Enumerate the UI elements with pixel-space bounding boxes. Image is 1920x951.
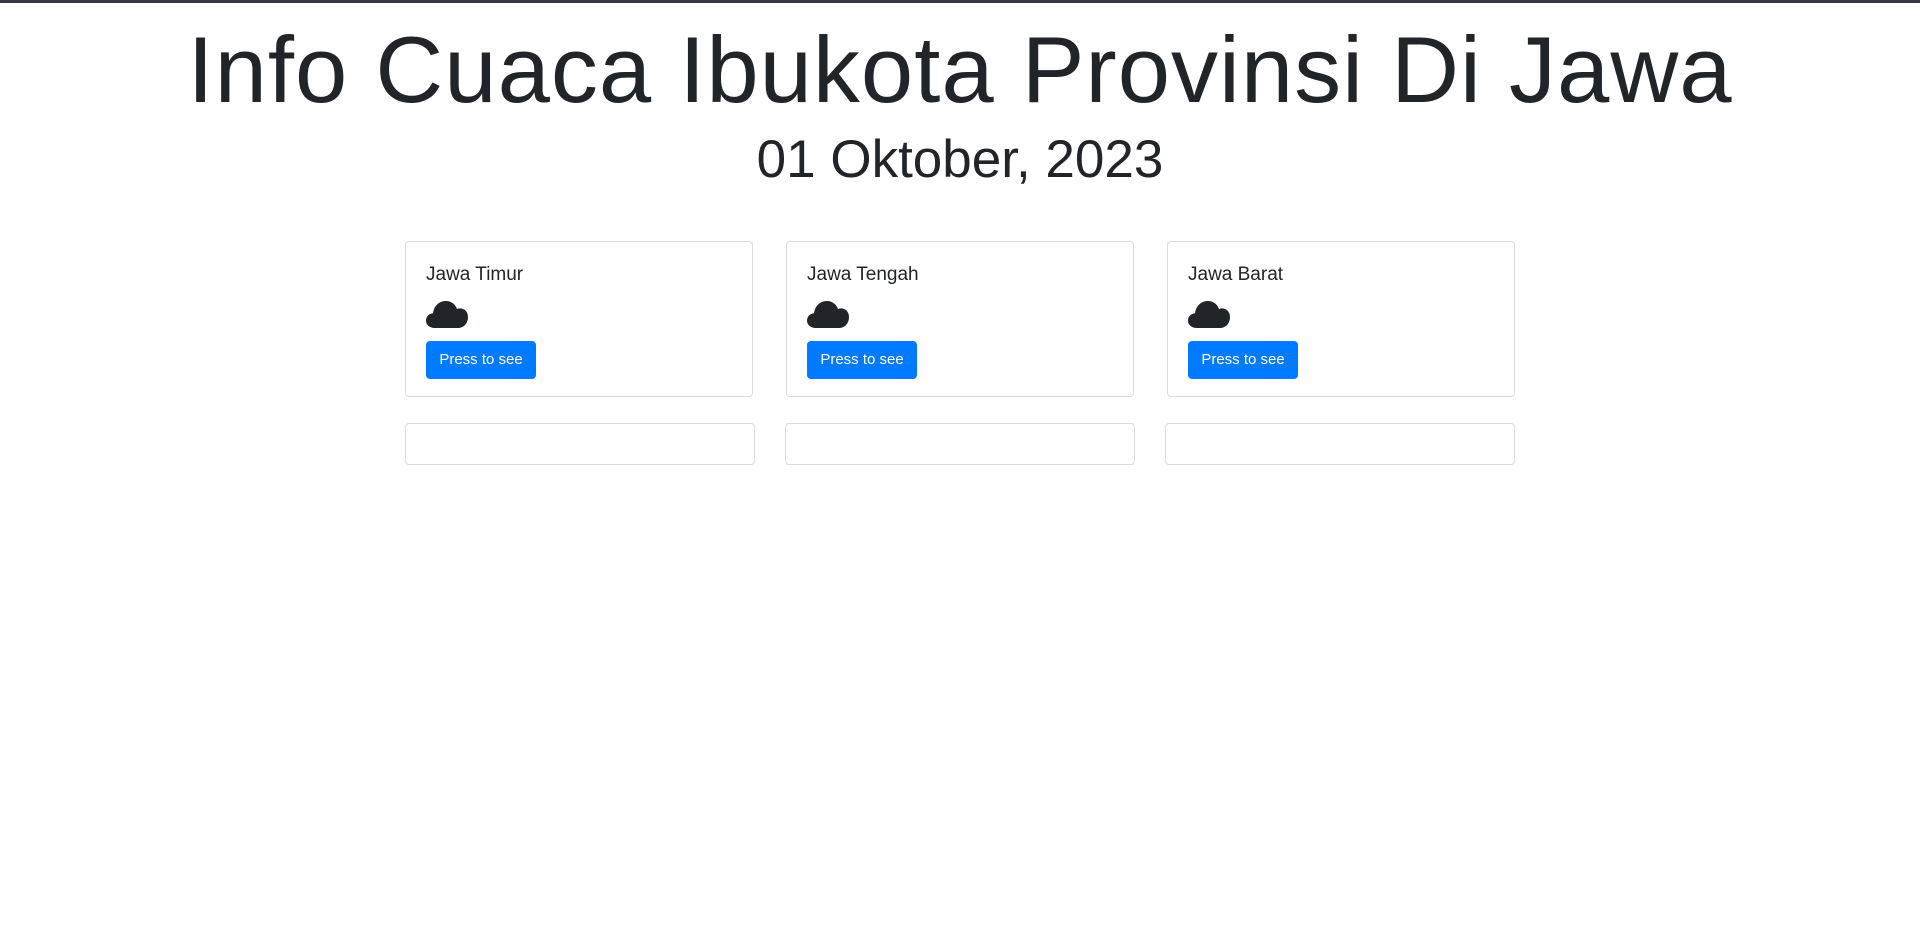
top-border (0, 0, 1920, 3)
card-jawa-barat: Jawa Barat Press to see (1167, 241, 1515, 397)
card-jawa-tengah: Jawa Tengah Press to see (786, 241, 1134, 397)
press-to-see-button[interactable]: Press to see (426, 341, 536, 379)
cloud-icon (426, 301, 468, 328)
page-title: Info Cuaca Ibukota Provinsi Di Jawa (187, 17, 1733, 122)
card-title: Jawa Tengah (807, 264, 919, 285)
card-jawa-timur: Jawa Timur Press to see (405, 241, 753, 397)
press-to-see-button[interactable]: Press to see (1188, 341, 1298, 379)
result-box-jawa-tengah (785, 423, 1135, 465)
result-box-jawa-timur (405, 423, 755, 465)
page-date: 01 Oktober, 2023 (756, 130, 1164, 189)
press-to-see-button[interactable]: Press to see (807, 341, 917, 379)
card-title: Jawa Timur (426, 264, 524, 285)
cloud-icon (1188, 301, 1230, 328)
result-box-jawa-barat (1165, 423, 1515, 465)
province-cards: Jawa Timur Press to see Jawa Tengah Pres… (405, 241, 1515, 397)
result-boxes (405, 423, 1515, 465)
cloud-icon (807, 301, 849, 328)
card-title: Jawa Barat (1188, 264, 1284, 285)
